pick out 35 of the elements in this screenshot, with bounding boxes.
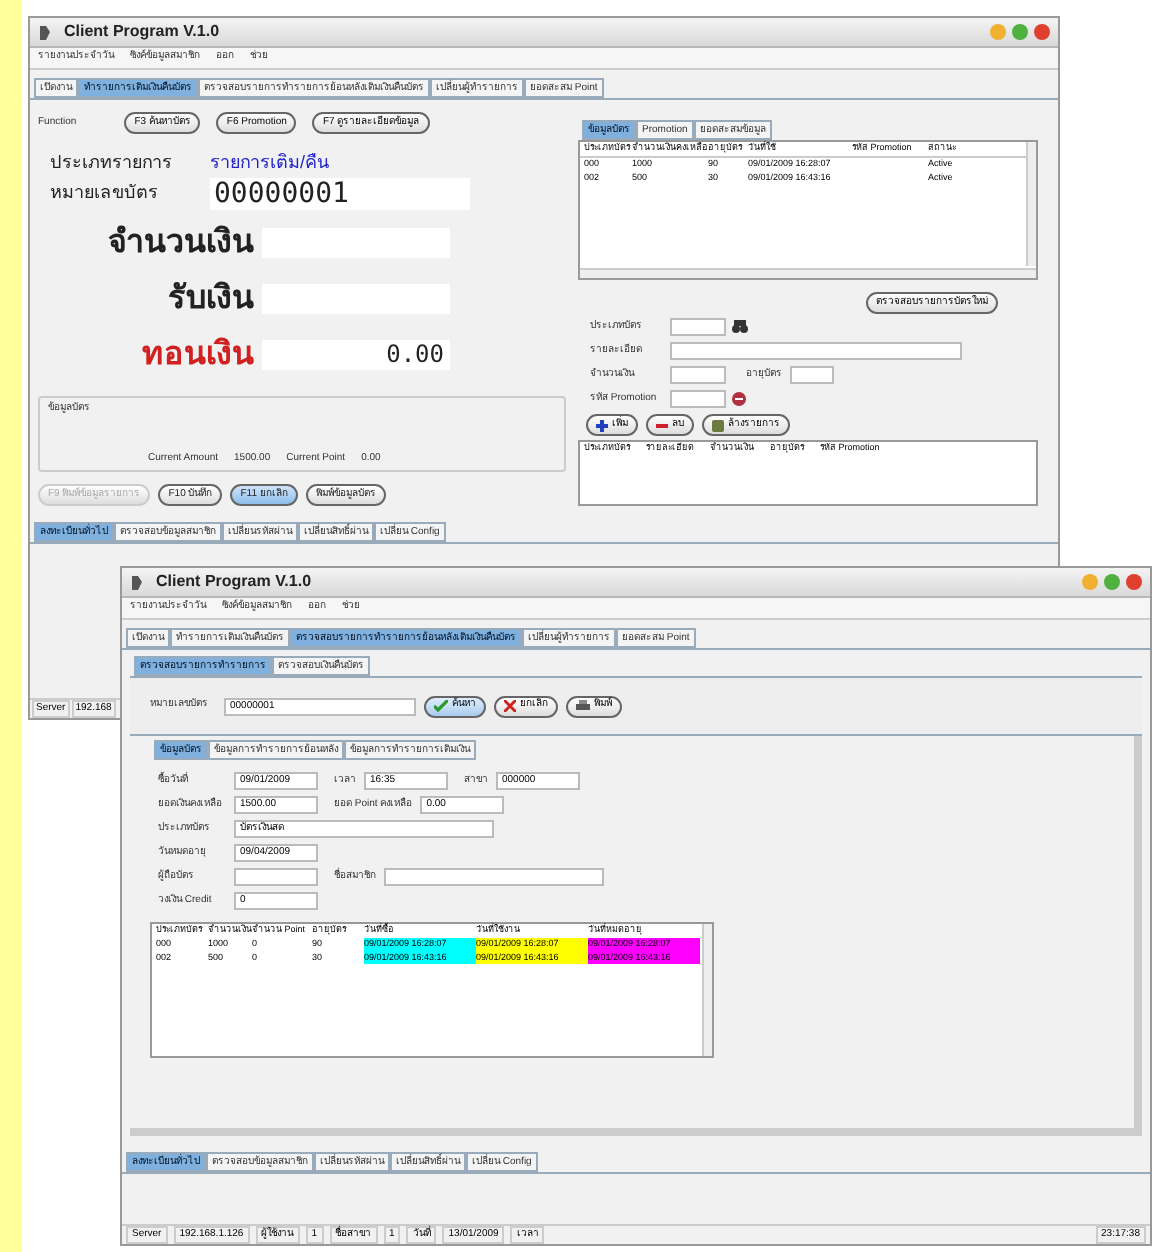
- window-title: Client Program V.1.0: [64, 20, 220, 44]
- input-field[interactable]: [384, 868, 604, 886]
- app-icon: [130, 573, 148, 591]
- scrollbar[interactable]: [580, 268, 1036, 278]
- input-field[interactable]: [234, 868, 318, 886]
- scrollbar[interactable]: [702, 924, 712, 1056]
- binoculars-icon[interactable]: [732, 320, 748, 334]
- plus-icon: [596, 419, 608, 431]
- printer-icon: [576, 700, 590, 712]
- input-field[interactable]: [670, 342, 962, 360]
- minimize-button[interactable]: [990, 24, 1006, 40]
- window-title: Client Program V.1.0: [156, 570, 312, 594]
- input-field[interactable]: [790, 366, 834, 384]
- maximize-button[interactable]: [1104, 574, 1120, 590]
- input-field[interactable]: [670, 366, 726, 384]
- maximize-button[interactable]: [1012, 24, 1028, 40]
- amount-field[interactable]: 0.00: [262, 340, 450, 370]
- close-button[interactable]: [1034, 24, 1050, 40]
- scrollbar[interactable]: [1026, 142, 1036, 266]
- field-label: หมายเลขบัตร: [50, 179, 160, 206]
- input-field[interactable]: [670, 318, 726, 336]
- cross-icon: [504, 700, 516, 712]
- type-value: รายการเติม/คืน: [210, 150, 330, 176]
- card-number-field[interactable]: 00000001: [210, 177, 470, 209]
- amount-label: จำนวนเงิน: [106, 223, 256, 263]
- close-button[interactable]: [1126, 574, 1142, 590]
- field-label: ประเภทรายการ: [50, 150, 174, 176]
- remove-icon[interactable]: [732, 392, 746, 406]
- amount-label: ทอนเงิน: [140, 335, 256, 375]
- minimize-button[interactable]: [1082, 574, 1098, 590]
- input-field[interactable]: [670, 390, 726, 408]
- app-icon: [38, 23, 56, 41]
- minus-icon: [656, 423, 668, 427]
- amount-label: รับเงิน: [166, 279, 256, 319]
- check-icon: [434, 700, 448, 712]
